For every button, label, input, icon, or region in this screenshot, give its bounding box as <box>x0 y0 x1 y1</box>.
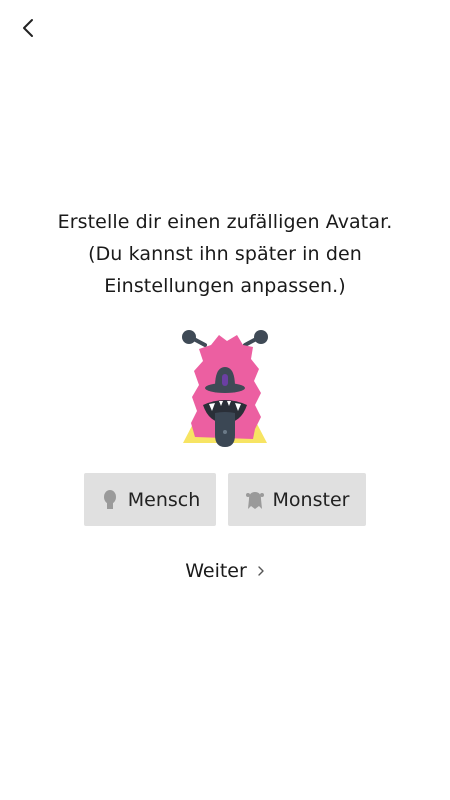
pink-monster-avatar <box>182 330 268 447</box>
back-button[interactable] <box>12 12 44 44</box>
mensch-button[interactable]: Mensch <box>84 473 216 526</box>
intro-line-3: Einstellungen anpassen.) <box>104 275 346 297</box>
avatar-preview <box>175 325 275 450</box>
monster-silhouette-icon <box>245 491 264 509</box>
chevron-left-icon <box>23 19 33 37</box>
next-label: Weiter <box>185 560 247 582</box>
monster-button[interactable]: Monster <box>228 473 366 526</box>
intro-line-2: (Du kannst ihn später in den <box>88 243 362 265</box>
intro-line-1: Erstelle dir einen zufälligen Avatar. <box>57 211 393 233</box>
next-button[interactable]: Weiter <box>0 560 450 582</box>
mensch-label: Mensch <box>127 488 201 511</box>
avatar-type-buttons: Mensch Monster <box>84 473 366 526</box>
chevron-right-icon <box>258 566 264 576</box>
monster-label: Monster <box>272 488 350 511</box>
intro-text: Erstelle dir einen zufälligen Avatar. (D… <box>0 206 450 302</box>
human-silhouette-icon <box>103 489 116 509</box>
